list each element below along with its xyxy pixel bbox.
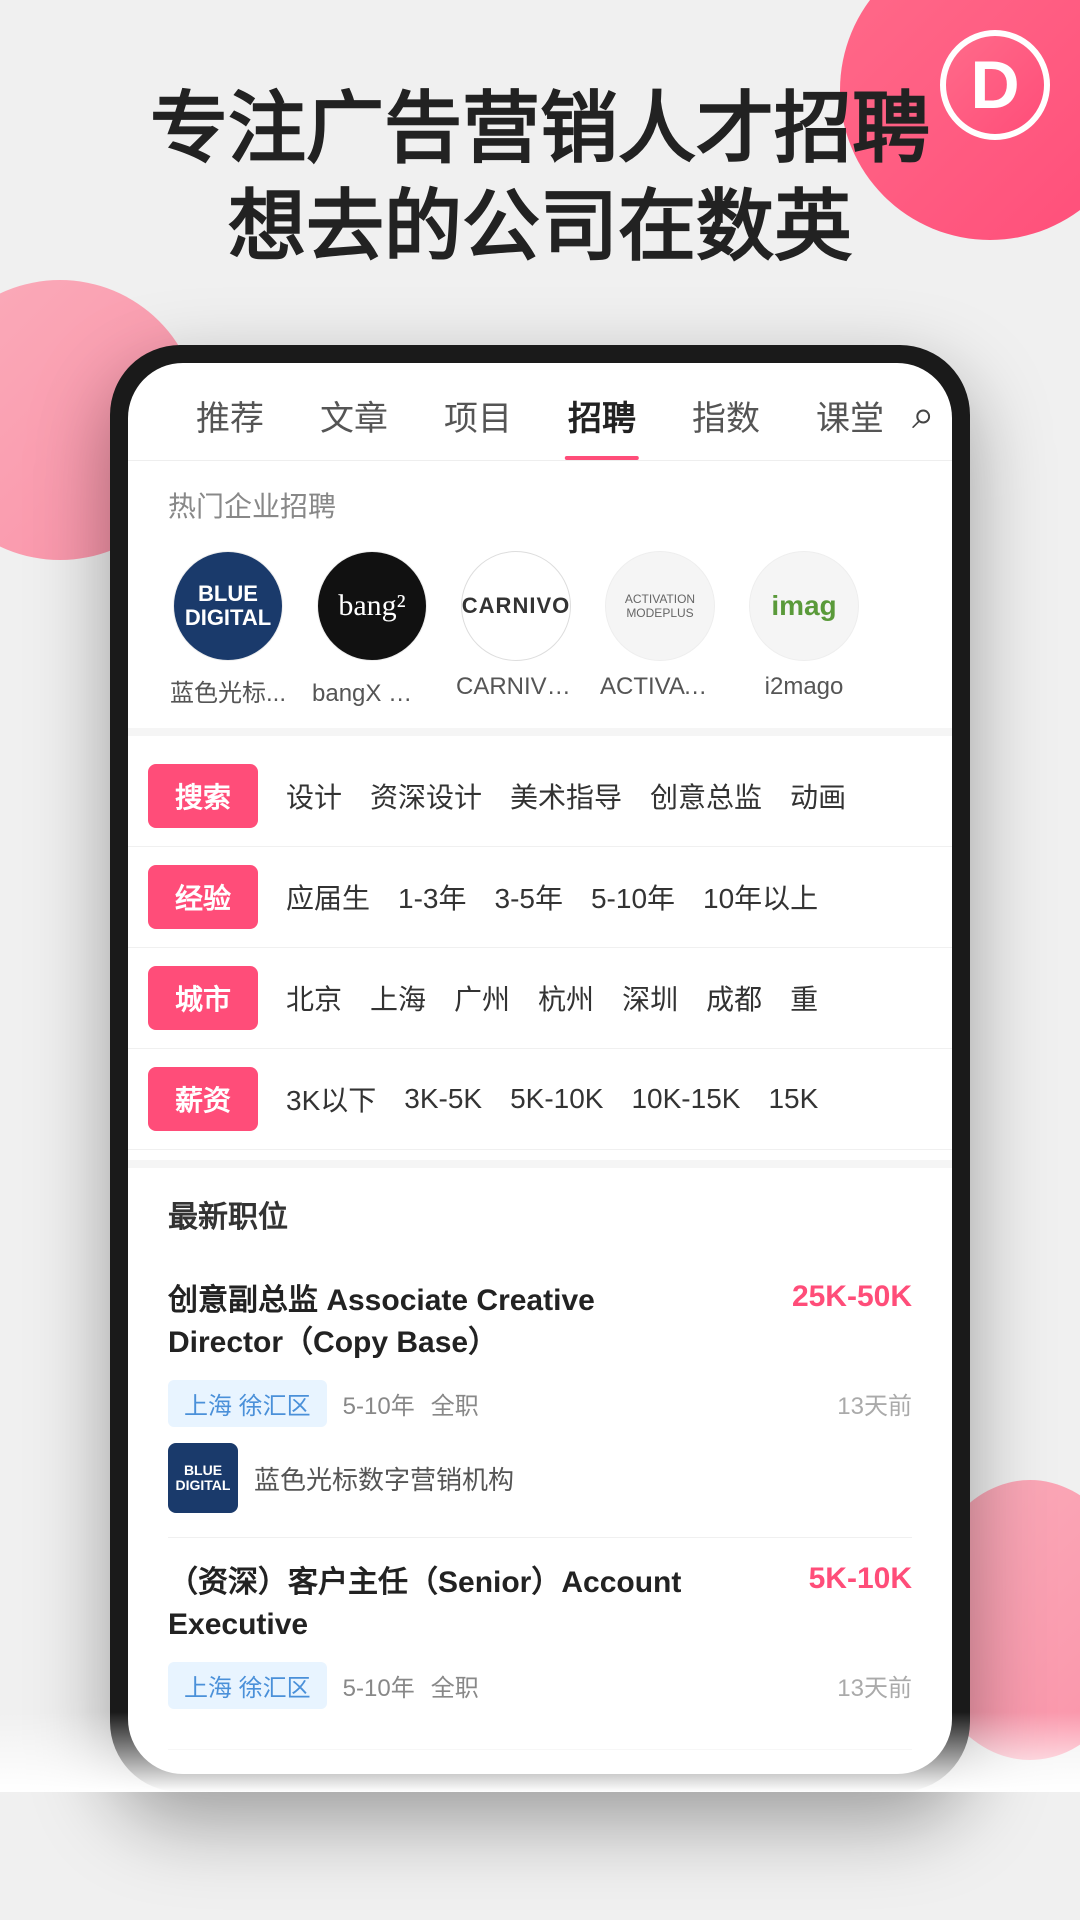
company-name-carnivo: CARNIVO... xyxy=(456,673,576,701)
app-logo: D xyxy=(940,30,1050,140)
filter-row-city: 城市 北京 上海 广州 杭州 深圳 成都 重 xyxy=(128,948,952,1049)
phone-screen: 推荐 文章 项目 招聘 指数 课堂 ⌕ 热门企业招聘 BLUEDIGITAL xyxy=(128,363,952,1774)
job-type-1: 全职 xyxy=(431,1386,479,1421)
job-salary-2: 5K-10K xyxy=(809,1562,912,1596)
tab-course[interactable]: 课堂 xyxy=(788,391,912,440)
tab-recommend[interactable]: 推荐 xyxy=(168,391,292,440)
filter-section: 搜索 设计 资深设计 美术指导 创意总监 动画 经验 应届生 1-3年 3-5年… xyxy=(128,728,952,1160)
tab-index[interactable]: 指数 xyxy=(664,391,788,440)
filter-row-search: 搜索 设计 资深设计 美术指导 创意总监 动画 xyxy=(128,746,952,847)
filter-option-creative-director[interactable]: 创意总监 xyxy=(650,776,762,816)
job-location-2: 上海 徐汇区 xyxy=(168,1662,327,1709)
phone-mockup: 推荐 文章 项目 招聘 指数 课堂 ⌕ 热门企业招聘 BLUEDIGITAL xyxy=(0,345,1080,1792)
job-salary-1: 25K-50K xyxy=(792,1280,912,1314)
filter-option-10plus[interactable]: 10年以上 xyxy=(703,877,818,917)
search-icon[interactable]: ⌕ xyxy=(912,393,934,438)
company-logo-carnivo: CARNIVO xyxy=(461,551,571,661)
filter-option-fresh[interactable]: 应届生 xyxy=(286,877,370,917)
job-company-row-1: BLUEDIGITAL 蓝色光标数字营销机构 xyxy=(168,1443,912,1513)
filter-option-art-director[interactable]: 美术指导 xyxy=(510,776,622,816)
phone-frame: 推荐 文章 项目 招聘 指数 课堂 ⌕ 热门企业招聘 BLUEDIGITAL xyxy=(110,345,970,1792)
filter-option-below-3k[interactable]: 3K以下 xyxy=(286,1079,376,1119)
job-card-1[interactable]: 创意副总监 Associate Creative Director（Copy B… xyxy=(168,1256,912,1538)
companies-list: BLUEDIGITAL 蓝色光标... bang² bangX 上海 xyxy=(128,541,952,728)
filter-option-animation[interactable]: 动画 xyxy=(790,776,846,816)
job-experience-2: 5-10年 xyxy=(343,1668,415,1703)
filter-option-beijing[interactable]: 北京 xyxy=(286,978,342,1018)
company-carnivo[interactable]: CARNIVO CARNIVO... xyxy=(456,551,576,708)
job-type-2: 全职 xyxy=(431,1668,479,1703)
filter-option-shenzhen[interactable]: 深圳 xyxy=(622,978,678,1018)
filter-option-15k-plus[interactable]: 15K xyxy=(768,1083,818,1115)
company-name-bangx: bangX 上海 xyxy=(312,673,432,708)
filter-option-design[interactable]: 设计 xyxy=(286,776,342,816)
company-imago[interactable]: imag i2mago xyxy=(744,551,864,708)
filter-tag-experience[interactable]: 经验 xyxy=(148,865,258,929)
filter-tag-salary[interactable]: 薪资 xyxy=(148,1067,258,1131)
filter-tag-search[interactable]: 搜索 xyxy=(148,764,258,828)
job-title-row-2: （资深）客户主任（Senior）Account Executive 5K-10K xyxy=(168,1562,912,1646)
company-logo-activation: ACTIVATIONMODEPLUS xyxy=(605,551,715,661)
filter-option-guangzhou[interactable]: 广州 xyxy=(454,978,510,1018)
company-logo-blue-digital: BLUEDIGITAL xyxy=(173,551,283,661)
job-title-2: （资深）客户主任（Senior）Account Executive xyxy=(168,1562,688,1646)
filter-row-salary: 薪资 3K以下 3K-5K 5K-10K 10K-15K 15K xyxy=(128,1049,952,1150)
app-content: 推荐 文章 项目 招聘 指数 课堂 ⌕ 热门企业招聘 BLUEDIGITAL xyxy=(128,363,952,1774)
filter-option-1-3[interactable]: 1-3年 xyxy=(398,877,466,917)
company-logo-bangx: bang² xyxy=(317,551,427,661)
job-experience-1: 5-10年 xyxy=(343,1386,415,1421)
job-title-1: 创意副总监 Associate Creative Director（Copy B… xyxy=(168,1280,688,1364)
company-blue-digital[interactable]: BLUEDIGITAL 蓝色光标... xyxy=(168,551,288,708)
tab-article[interactable]: 文章 xyxy=(292,391,416,440)
tab-recruit[interactable]: 招聘 xyxy=(540,391,664,440)
company-name-activation: ACTIVATIO... xyxy=(600,673,720,701)
job-meta-row-1: 上海 徐汇区 5-10年 全职 13天前 xyxy=(168,1380,912,1427)
job-time-1: 13天前 xyxy=(837,1386,912,1421)
company-name-imago: i2mago xyxy=(765,673,844,701)
job-title-row-1: 创意副总监 Associate Creative Director（Copy B… xyxy=(168,1280,912,1364)
company-name-blue-digital: 蓝色光标... xyxy=(170,673,286,708)
filter-option-3-5[interactable]: 3-5年 xyxy=(495,877,563,917)
filter-option-10k-15k[interactable]: 10K-15K xyxy=(631,1083,740,1115)
hero-title: 专注广告营销人才招聘 想去的公司在数英 xyxy=(0,80,1080,275)
nav-tabs: 推荐 文章 项目 招聘 指数 课堂 ⌕ xyxy=(128,363,952,461)
filter-option-3k-5k[interactable]: 3K-5K xyxy=(404,1083,482,1115)
job-meta-row-2: 上海 徐汇区 5-10年 全职 13天前 xyxy=(168,1662,912,1709)
bottom-fade xyxy=(128,1712,952,1774)
job-company-name-1: 蓝色光标数字营销机构 xyxy=(254,1460,514,1497)
job-time-2: 13天前 xyxy=(837,1668,912,1703)
filter-option-5-10[interactable]: 5-10年 xyxy=(591,877,675,917)
company-logo-imago: imag xyxy=(749,551,859,661)
filter-tag-city[interactable]: 城市 xyxy=(148,966,258,1030)
jobs-section: 最新职位 创意副总监 Associate Creative Director（C… xyxy=(128,1160,952,1774)
jobs-section-label: 最新职位 xyxy=(168,1192,912,1236)
hero-section: 专注广告营销人才招聘 想去的公司在数英 xyxy=(0,0,1080,335)
company-activation[interactable]: ACTIVATIONMODEPLUS ACTIVATIO... xyxy=(600,551,720,708)
tab-project[interactable]: 项目 xyxy=(416,391,540,440)
company-bangx[interactable]: bang² bangX 上海 xyxy=(312,551,432,708)
filter-row-experience: 经验 应届生 1-3年 3-5年 5-10年 10年以上 xyxy=(128,847,952,948)
filter-option-chengdu[interactable]: 成都 xyxy=(706,978,762,1018)
filter-option-more-city[interactable]: 重 xyxy=(790,978,818,1018)
job-location-1: 上海 徐汇区 xyxy=(168,1380,327,1427)
filter-option-shanghai[interactable]: 上海 xyxy=(370,978,426,1018)
filter-option-5k-10k[interactable]: 5K-10K xyxy=(510,1083,603,1115)
filter-option-senior-design[interactable]: 资深设计 xyxy=(370,776,482,816)
logo-letter: D xyxy=(970,51,1019,119)
filter-option-hangzhou[interactable]: 杭州 xyxy=(538,978,594,1018)
job-company-logo-1: BLUEDIGITAL xyxy=(168,1443,238,1513)
hot-companies-label: 热门企业招聘 xyxy=(128,461,952,541)
